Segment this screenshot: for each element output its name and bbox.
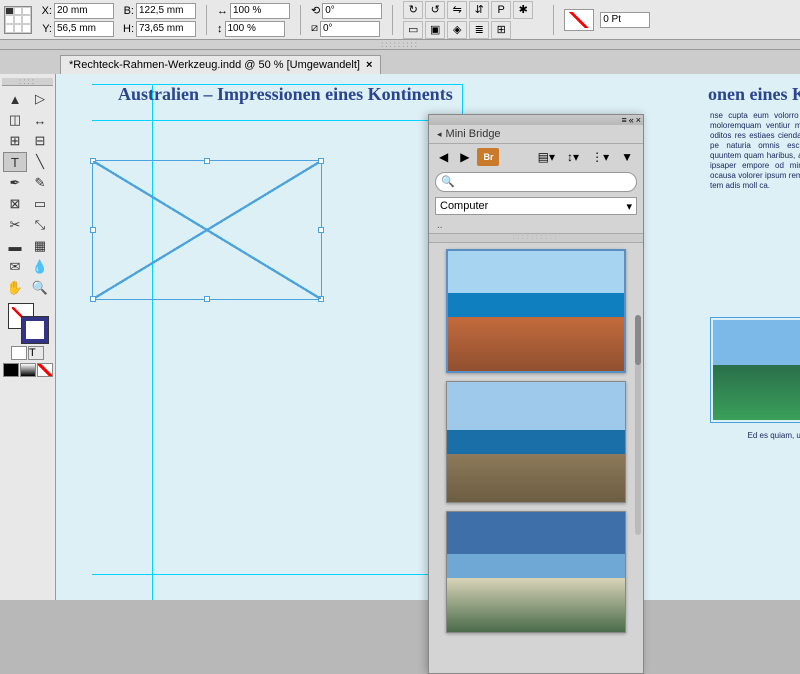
effects-icon[interactable]: ✱	[513, 1, 533, 19]
direct-selection-tool[interactable]: ▷	[28, 89, 52, 109]
thumbnail-item[interactable]	[446, 381, 626, 503]
rectangle-frame[interactable]	[92, 160, 322, 300]
view-icon[interactable]: ▤▾	[534, 148, 559, 166]
wrap-none-icon[interactable]: ▭	[403, 21, 423, 39]
bridge-app-icon[interactable]: Br	[477, 148, 499, 166]
document-tab[interactable]: *Rechteck-Rahmen-Werkzeug.indd @ 50 % [U…	[60, 55, 381, 74]
scale-x-icon: ↔	[217, 5, 228, 17]
image-caption: Ed es quiam, ut poratib uscilis e	[704, 429, 800, 442]
wrap-shape-icon[interactable]: ◈	[447, 21, 467, 39]
body-text: nse cupta eum volorro voluptam, corpore …	[704, 105, 800, 197]
options-icon[interactable]: ⋮▾	[587, 148, 613, 166]
page-tool[interactable]: ◫	[3, 110, 27, 130]
rotate-cw-icon[interactable]: ↻	[403, 1, 423, 19]
content-collector-tool[interactable]: ⊞	[3, 131, 27, 151]
eyedropper-tool[interactable]: 💧	[28, 257, 52, 277]
toolbox-grip[interactable]: ::::	[2, 78, 53, 86]
p-icon[interactable]: P	[491, 1, 511, 19]
bridge-content	[429, 243, 643, 663]
y-label: Y:	[38, 23, 52, 35]
search-icon: 🔍	[441, 175, 455, 188]
sort-icon[interactable]: ↕▾	[563, 148, 583, 166]
thumbnail-item[interactable]	[446, 511, 626, 633]
rotate-input[interactable]	[322, 3, 382, 19]
toolbox: :::: ▲▷ ◫↔ ⊞⊟ T╲ ✒✎ ⊠▭ ✂⤡ ▬▦ ✉💧 ✋🔍 T	[0, 74, 56, 600]
thumbnail-item[interactable]	[446, 249, 626, 373]
image-frame[interactable]	[710, 317, 800, 423]
flip-v-icon[interactable]: ⇵	[469, 1, 489, 19]
flip-h-icon[interactable]: ⇋	[447, 1, 467, 19]
panel-menu-icon[interactable]: ≡	[621, 115, 626, 125]
y-input[interactable]	[54, 21, 114, 37]
scale-x-input[interactable]	[230, 3, 290, 19]
rectangle-tool[interactable]: ▭	[28, 194, 52, 214]
reference-point-grid[interactable]	[4, 6, 32, 34]
filter-icon[interactable]: ▼	[617, 148, 637, 166]
type-tool[interactable]: T	[3, 152, 27, 172]
panel-grip[interactable]: :::::::::	[0, 40, 800, 50]
scissors-tool[interactable]: ✂	[3, 215, 27, 235]
wrap-jump-icon[interactable]: ≣	[469, 21, 489, 39]
apply-text-icon[interactable]: T	[28, 346, 44, 360]
w-label: B:	[120, 5, 134, 17]
width-input[interactable]	[136, 3, 196, 19]
tab-title: *Rechteck-Rahmen-Werkzeug.indd @ 50 % [U…	[69, 59, 360, 71]
color-gradient-icon[interactable]	[20, 363, 36, 377]
x-label: X:	[38, 5, 52, 17]
facing-page: onen eines Kontinent nse cupta eum volor…	[704, 84, 800, 600]
nav-back-icon[interactable]: ◀	[435, 148, 452, 166]
height-input[interactable]	[136, 21, 196, 37]
search-input[interactable]	[435, 172, 637, 192]
gradient-feather-tool[interactable]: ▦	[28, 236, 52, 256]
free-transform-tool[interactable]: ⤡	[28, 215, 52, 235]
content-placer-tool[interactable]: ⊟	[28, 131, 52, 151]
line-tool[interactable]: ╲	[28, 152, 52, 172]
bridge-divider[interactable]: ::::::::::	[429, 233, 643, 243]
wrap-bbox-icon[interactable]: ▣	[425, 21, 445, 39]
wrap-col-icon[interactable]: ⊞	[491, 21, 511, 39]
scale-y-input[interactable]	[225, 21, 285, 37]
stroke-weight-input[interactable]	[600, 12, 650, 28]
mini-bridge-panel: ≡ « × ◂Mini Bridge ◀ ▶ Br ▤▾ ↕▾ ⋮▾ ▼ 🔍 C…	[428, 114, 644, 674]
h-label: H:	[120, 23, 134, 35]
close-icon[interactable]: ×	[366, 59, 372, 71]
pen-tool[interactable]: ✒	[3, 173, 27, 193]
page-heading: Australien – Impressionen eines Kontinen…	[118, 84, 453, 105]
mini-bridge-tab[interactable]: ◂Mini Bridge	[429, 125, 643, 144]
scrollbar[interactable]	[635, 315, 641, 535]
color-none-icon[interactable]	[37, 363, 53, 377]
scale-y-icon: ↕	[217, 23, 223, 35]
zoom-tool[interactable]: 🔍	[28, 278, 52, 298]
selection-tool[interactable]: ▲	[3, 89, 27, 109]
nav-forward-icon[interactable]: ▶	[456, 148, 473, 166]
x-input[interactable]	[54, 3, 114, 19]
path-breadcrumb[interactable]: ..	[429, 218, 643, 233]
gap-tool[interactable]: ↔	[28, 110, 52, 130]
location-dropdown[interactable]: Computer▾	[435, 197, 637, 215]
gradient-swatch-tool[interactable]: ▬	[3, 236, 27, 256]
panel-close-icon[interactable]: ×	[636, 115, 641, 125]
rotate-ccw-icon[interactable]: ↺	[425, 1, 445, 19]
panel-collapse-icon[interactable]: «	[629, 115, 634, 125]
shear-input[interactable]	[320, 21, 380, 37]
apply-color-icon[interactable]	[11, 346, 27, 360]
rotate-icon: ⟲	[311, 4, 320, 17]
fill-swatch[interactable]	[564, 9, 594, 31]
pencil-tool[interactable]: ✎	[28, 173, 52, 193]
shear-icon: ⧄	[311, 22, 318, 35]
color-black-icon[interactable]	[3, 363, 19, 377]
page2-heading: onen eines Kontinent	[704, 84, 800, 105]
hand-tool[interactable]: ✋	[3, 278, 27, 298]
rectangle-frame-tool[interactable]: ⊠	[3, 194, 27, 214]
fill-stroke-swatch[interactable]	[8, 303, 48, 343]
note-tool[interactable]: ✉	[3, 257, 27, 277]
